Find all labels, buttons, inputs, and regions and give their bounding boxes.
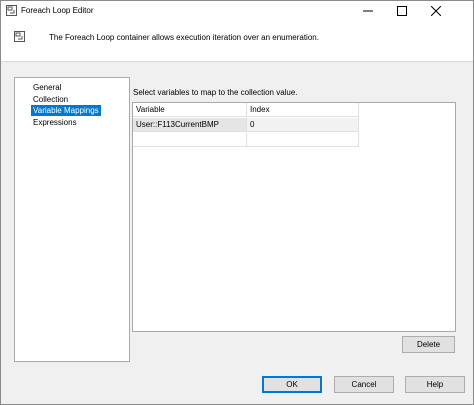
nav-item-expressions[interactable]: Expressions xyxy=(31,117,79,128)
table-row-new xyxy=(133,133,359,147)
header-description: The Foreach Loop container allows execut… xyxy=(49,33,319,42)
foreach-loop-icon xyxy=(14,31,25,42)
page-navigation-list: General Collection Variable Mappings Exp… xyxy=(14,77,130,362)
index-cell-new[interactable] xyxy=(247,133,359,147)
maximize-button[interactable] xyxy=(387,1,417,21)
foreach-loop-editor-window: Foreach Loop Editor The Foreach Loop con… xyxy=(0,0,474,405)
nav-item-general[interactable]: General xyxy=(31,82,63,93)
ok-button[interactable]: OK xyxy=(262,376,322,393)
nav-item-collection[interactable]: Collection xyxy=(31,94,70,105)
foreach-loop-icon xyxy=(6,5,17,16)
grid-header-row: Variable Index xyxy=(133,103,359,117)
delete-button[interactable]: Delete xyxy=(402,336,455,353)
minimize-icon xyxy=(363,10,373,12)
index-cell[interactable]: 0 xyxy=(247,118,359,132)
help-button[interactable]: Help xyxy=(405,376,465,393)
window-title: Foreach Loop Editor xyxy=(21,6,94,15)
close-button[interactable] xyxy=(421,1,451,21)
cancel-button[interactable]: Cancel xyxy=(334,376,394,393)
title-bar: Foreach Loop Editor xyxy=(1,1,473,21)
editor-header: The Foreach Loop container allows execut… xyxy=(1,21,473,62)
maximize-icon xyxy=(397,6,407,16)
table-row: User::F113CurrentBMP 0 xyxy=(133,118,359,132)
column-header-variable[interactable]: Variable xyxy=(133,103,247,117)
variable-cell[interactable]: User::F113CurrentBMP xyxy=(133,118,247,132)
instruction-label: Select variables to map to the collectio… xyxy=(133,88,298,97)
column-header-index[interactable]: Index xyxy=(247,103,359,117)
minimize-button[interactable] xyxy=(353,1,383,21)
variable-mappings-grid: Variable Index User::F113CurrentBMP 0 xyxy=(132,102,456,332)
close-icon xyxy=(431,6,441,16)
variable-cell-new[interactable] xyxy=(133,133,247,147)
nav-item-variable-mappings[interactable]: Variable Mappings xyxy=(31,105,101,116)
